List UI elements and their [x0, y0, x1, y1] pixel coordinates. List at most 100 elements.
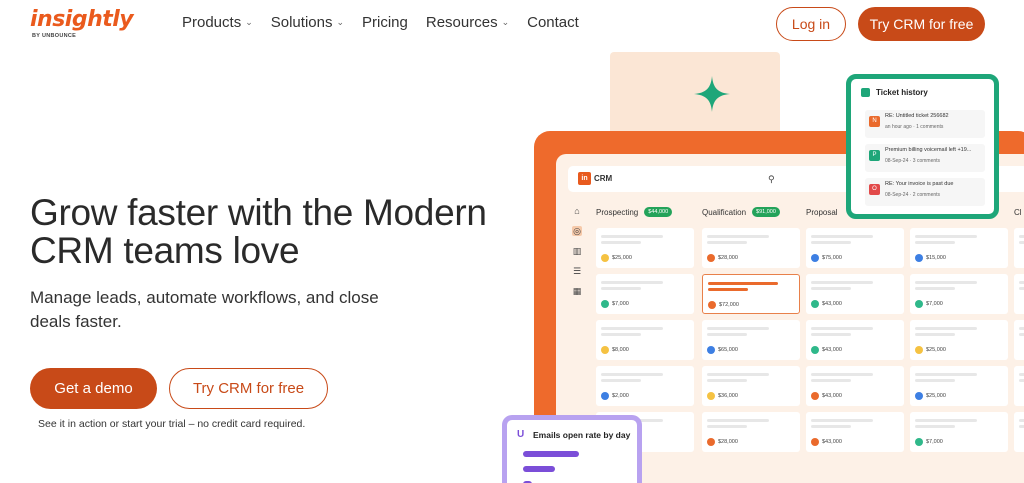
email-rate-bar [523, 466, 555, 472]
deal-title-placeholder [601, 373, 663, 376]
nav-pricing[interactable]: Pricing [362, 14, 408, 31]
deal-subtitle-placeholder [708, 288, 748, 291]
emails-open-rate-header: U Emails open rate by day [517, 429, 631, 441]
nav-label: Resources [425, 14, 498, 31]
nav-label: Solutions [270, 14, 333, 31]
email-rate-bar [523, 451, 579, 457]
sparkle-icon [694, 76, 730, 112]
main-nav: Products ⌄ Solutions ⌄ Pricing Resources… [182, 14, 579, 31]
deal-amount: $7,000 [926, 301, 943, 307]
deal-subtitle-placeholder [707, 425, 747, 428]
ticket-item: N RE: Untitled ticket 256682 an hour ago ·… [865, 110, 985, 138]
ticket-title: Premium billing voicemail left +19... [885, 147, 972, 153]
try-crm-hero-button[interactable]: Try CRM for free [169, 368, 328, 409]
pipeline-column-title: Prospecting [596, 207, 639, 217]
deal-card: $25,000 [910, 320, 1008, 360]
ticket-history-title: Ticket history [876, 88, 928, 97]
owner-avatar [707, 254, 715, 262]
deal-card: $43,000 [806, 412, 904, 452]
hero-subtitle: Manage leads, automate workflows, and cl… [30, 288, 379, 331]
owner-avatar [811, 346, 819, 354]
deal-title-placeholder [915, 327, 977, 330]
chevron-down-icon: ⌄ [501, 17, 510, 27]
deals-icon: ◎ [572, 226, 582, 236]
deal-amount: $65,000 [718, 347, 738, 353]
deal-amount: $43,000 [822, 393, 842, 399]
insightly-logo[interactable]: insightly BY UNBOUNCE [30, 8, 134, 44]
owner-avatar [601, 300, 609, 308]
deal-title-placeholder [1019, 281, 1024, 284]
pipeline-total-badge: $91,000 [752, 207, 780, 217]
deal-title-placeholder [707, 327, 769, 330]
deal-title-placeholder [1019, 327, 1024, 330]
calendar-icon: ▦ [572, 286, 582, 296]
deal-amount: $43,000 [822, 439, 842, 445]
nav-label: Products [182, 14, 242, 31]
nav-products[interactable]: Products ⌄ [182, 14, 253, 31]
unbounce-icon: U [517, 429, 525, 440]
deal-subtitle-placeholder [601, 287, 641, 290]
deal-subtitle-placeholder [915, 379, 955, 382]
owner-avatar [811, 254, 819, 262]
deal-card: $15,000 [910, 228, 1008, 268]
owner-avatar [601, 392, 609, 400]
ticket-meta: 08-Sep-24 · 3 comments [885, 158, 941, 164]
deal-subtitle-placeholder [1019, 333, 1024, 336]
deal-card: $28,000 [702, 412, 800, 452]
home-icon: ⌂ [574, 206, 580, 216]
ticket-avatar-icon: O [869, 184, 880, 195]
deal-card: $8,000 [596, 320, 694, 360]
deal-amount: $15,000 [926, 255, 946, 261]
nav-solutions[interactable]: Solutions ⌄ [271, 14, 344, 31]
ticket-meta: 08-Sep-24 · 2 comments [885, 192, 941, 198]
pipeline-column: Qualification $91,000 $28,000 $72,000 $65,00… [702, 202, 800, 452]
owner-avatar [915, 254, 923, 262]
owner-avatar [707, 392, 715, 400]
hero-note: See it in action or start your trial – n… [38, 418, 306, 430]
chart-icon: ▥ [572, 246, 582, 256]
crm-logo: in CRM [578, 172, 612, 185]
deal-title-placeholder [601, 327, 663, 330]
nav-resources[interactable]: Resources ⌄ [426, 14, 509, 31]
deal-card: $7,000 [910, 274, 1008, 314]
deal-title-placeholder [1019, 419, 1024, 422]
pipeline-total-badge: $44,000 [644, 207, 673, 217]
list-icon: ☰ [572, 266, 582, 276]
ticket-avatar-icon: P [869, 150, 880, 161]
deal-amount: $2,000 [612, 393, 629, 399]
ticket-avatar-icon: N [869, 116, 880, 127]
deal-subtitle-placeholder [915, 241, 955, 244]
deal-amount: $7,000 [612, 301, 629, 307]
ticket-icon [861, 88, 870, 97]
nav-contact[interactable]: Contact [527, 14, 579, 31]
deal-card [1014, 366, 1024, 406]
deal-subtitle-placeholder [707, 333, 747, 336]
owner-avatar [811, 438, 819, 446]
deal-amount: $43,000 [822, 347, 842, 353]
ticket-title: RE: Untitled ticket 256682 [885, 113, 949, 119]
deal-amount: $7,000 [926, 439, 943, 445]
deal-card: $2,000 [596, 366, 694, 406]
try-crm-header-button[interactable]: Try CRM for free [858, 7, 985, 41]
login-button[interactable]: Log in [776, 7, 846, 41]
pipeline-column: $15,000 $7,000 $25,000 $25,000 $7,000 [910, 202, 1008, 452]
deal-card: $43,000 [806, 320, 904, 360]
owner-avatar [601, 346, 609, 354]
deal-subtitle-placeholder [1019, 379, 1024, 382]
deal-subtitle-placeholder [707, 241, 747, 244]
get-demo-button[interactable]: Get a demo [30, 368, 157, 409]
deal-card: $25,000 [596, 228, 694, 268]
owner-avatar [707, 346, 715, 354]
pipeline-column: Cl [1014, 202, 1024, 452]
deal-subtitle-placeholder [601, 333, 641, 336]
chevron-down-icon: ⌄ [336, 17, 345, 27]
emails-open-rate-title: Emails open rate by day [533, 430, 631, 440]
deal-title-placeholder [915, 373, 977, 376]
deal-subtitle-placeholder [811, 287, 851, 290]
logo-byline: BY UNBOUNCE [32, 33, 77, 39]
search-icon: ⚲ [768, 174, 775, 184]
ticket-meta: an hour ago · 1 comments [885, 124, 944, 130]
deal-card: $72,000 [702, 274, 800, 314]
deal-subtitle-placeholder [915, 287, 955, 290]
deal-amount: $43,000 [822, 301, 842, 307]
